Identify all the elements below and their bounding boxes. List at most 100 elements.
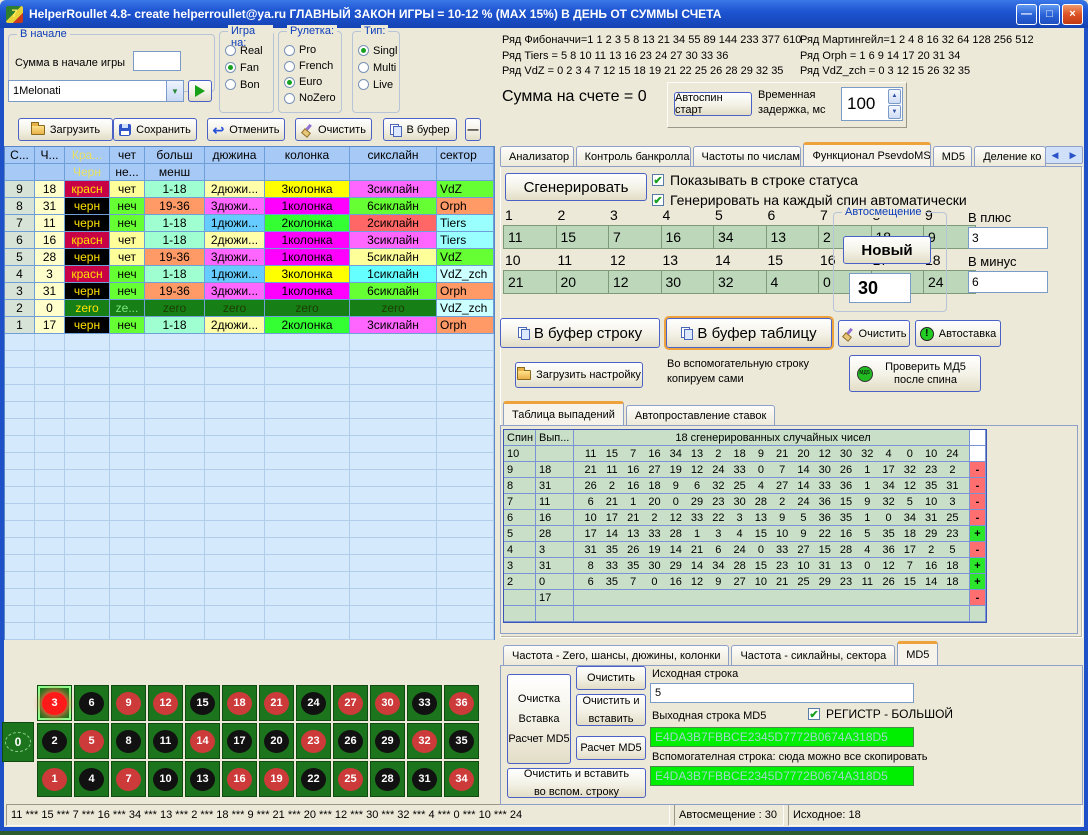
table-cell[interactable]: 6 <box>5 232 35 249</box>
spins-cell-vyp[interactable] <box>536 446 574 462</box>
table-cell-empty[interactable] <box>265 606 350 623</box>
table-cell[interactable]: 18 <box>35 181 65 198</box>
table-cell-empty[interactable] <box>5 572 35 589</box>
table-cell-empty[interactable] <box>265 368 350 385</box>
spins-cell-spin[interactable]: 10 <box>504 446 536 462</box>
title-bar[interactable]: 7 HelperRoullet 4.8- create helperroulle… <box>0 0 1088 28</box>
table-cell[interactable]: VdZ_zch <box>437 300 494 317</box>
minus-input[interactable]: 6 <box>968 271 1048 293</box>
radio-option-real[interactable]: Real <box>225 42 271 59</box>
table-cell-empty[interactable] <box>65 555 110 572</box>
gen-value-cell[interactable]: 30 <box>661 270 714 294</box>
table-cell[interactable]: 19-36 <box>145 249 205 266</box>
roulette-cell-28[interactable]: 28 <box>370 761 405 797</box>
gen-value-cell[interactable]: 21 <box>503 270 556 294</box>
md5-clear-and-insert-button[interactable]: Очистить ивставить <box>576 694 646 726</box>
table-cell-empty[interactable] <box>265 504 350 521</box>
table-cell-empty[interactable] <box>265 453 350 470</box>
table-cell-empty[interactable] <box>437 606 494 623</box>
spins-cell-spin[interactable]: 9 <box>504 462 536 478</box>
spins-cell-vyp[interactable]: 11 <box>536 494 574 510</box>
table-cell-empty[interactable] <box>65 521 110 538</box>
table-cell-empty[interactable] <box>35 538 65 555</box>
table-cell-empty[interactable] <box>65 368 110 385</box>
table-cell[interactable]: 3 <box>5 283 35 300</box>
spins-cell-spin[interactable]: 5 <box>504 526 536 542</box>
table-cell[interactable]: 3колонка <box>265 266 350 283</box>
table-cell-empty[interactable] <box>265 623 350 640</box>
radio-option-singl[interactable]: Singl <box>358 42 397 59</box>
autoshift-value[interactable]: 30 <box>849 273 911 303</box>
roulette-cell-20[interactable]: 20 <box>259 723 294 759</box>
roulette-cell-30[interactable]: 30 <box>370 685 405 721</box>
spins-cell-vyp[interactable]: 0 <box>536 574 574 590</box>
spins-cell-result[interactable]: - <box>970 590 986 606</box>
gen-value-cell[interactable]: 32 <box>713 270 766 294</box>
table-cell-empty[interactable] <box>110 419 145 436</box>
register-checkbox[interactable]: ✔ РЕГИСТР - БОЛЬШОЙ <box>808 707 953 721</box>
table-cell-empty[interactable] <box>65 589 110 606</box>
table-cell[interactable]: 3колонка <box>265 181 350 198</box>
table-cell-empty[interactable] <box>65 419 110 436</box>
table-cell-empty[interactable] <box>35 504 65 521</box>
table-cell-empty[interactable] <box>65 385 110 402</box>
table-cell-empty[interactable] <box>145 453 205 470</box>
table-cell[interactable]: черн <box>65 198 110 215</box>
table-cell[interactable]: 7 <box>5 215 35 232</box>
roulette-cell-34[interactable]: 34 <box>444 761 479 797</box>
table-cell[interactable]: zero <box>205 300 265 317</box>
table-cell[interactable]: неч <box>110 317 145 334</box>
new-shift-button[interactable]: Новый <box>843 236 931 264</box>
table-cell-empty[interactable] <box>110 436 145 453</box>
table-cell[interactable]: 1-18 <box>145 232 205 249</box>
radio-option-multi[interactable]: Multi <box>358 59 397 76</box>
table-cell[interactable]: 3 <box>35 266 65 283</box>
roulette-cell-5[interactable]: 5 <box>74 723 109 759</box>
table-cell-empty[interactable] <box>110 538 145 555</box>
table-cell-empty[interactable] <box>350 572 437 589</box>
tab-частота-zero-шансы-дюжины-колонки[interactable]: Частота - Zero, шансы, дюжины, колонки <box>503 645 729 666</box>
table-cell-empty[interactable] <box>35 487 65 504</box>
table-cell[interactable]: 0 <box>35 300 65 317</box>
tab-автопроставление-ставок[interactable]: Автопроставление ставок <box>626 405 775 426</box>
table-cell-empty[interactable] <box>205 606 265 623</box>
table-cell-empty[interactable] <box>110 453 145 470</box>
table-cell-empty[interactable] <box>65 470 110 487</box>
tab-частота-сиклайны-сектора[interactable]: Частота - сиклайны, сектора <box>731 645 895 666</box>
table-cell-empty[interactable] <box>437 351 494 368</box>
roulette-cell-33[interactable]: 33 <box>407 685 442 721</box>
table-cell-empty[interactable] <box>437 521 494 538</box>
table-cell-empty[interactable] <box>5 453 35 470</box>
table-cell-empty[interactable] <box>35 572 65 589</box>
table-cell-empty[interactable] <box>145 419 205 436</box>
table-cell-empty[interactable] <box>350 402 437 419</box>
table-cell-empty[interactable] <box>5 623 35 640</box>
md5-aux-field[interactable]: E4DA3B7FBBCE2345D7772B0674A318D5 <box>650 766 914 786</box>
table-cell[interactable]: VdZ <box>437 249 494 266</box>
table-cell-empty[interactable] <box>110 555 145 572</box>
gen-value-cell[interactable]: 13 <box>766 225 819 249</box>
spins-cell-result[interactable]: + <box>970 558 986 574</box>
table-cell[interactable]: Tiers <box>437 232 494 249</box>
spinner-up-icon[interactable]: ▲ <box>888 89 901 104</box>
table-cell-empty[interactable] <box>5 368 35 385</box>
spins-cell-vyp[interactable]: 31 <box>536 558 574 574</box>
table-cell-empty[interactable] <box>265 589 350 606</box>
table-cell-empty[interactable] <box>205 334 265 351</box>
table-cell[interactable]: Orph <box>437 283 494 300</box>
table-cell[interactable]: красн <box>65 266 110 283</box>
table-cell[interactable]: 1-18 <box>145 181 205 198</box>
spins-cell-vyp[interactable]: 18 <box>536 462 574 478</box>
table-cell-empty[interactable] <box>350 538 437 555</box>
tab-функционал-psevdoms[interactable]: Функционал PsevdoMS <box>803 142 930 167</box>
close-button[interactable]: × <box>1062 4 1083 25</box>
table-cell-empty[interactable] <box>350 606 437 623</box>
table-cell[interactable]: черн <box>65 249 110 266</box>
tab-md5[interactable]: MD5 <box>933 146 972 167</box>
radio-option-bon[interactable]: Bon <box>225 76 271 93</box>
roulette-cell-15[interactable]: 15 <box>185 685 220 721</box>
spins-cell-numbers[interactable]: 62112002923302822436159325103 <box>574 494 970 510</box>
table-cell[interactable]: VdZ_zch <box>437 266 494 283</box>
table-cell[interactable]: чет <box>110 249 145 266</box>
table-cell-empty[interactable] <box>205 589 265 606</box>
